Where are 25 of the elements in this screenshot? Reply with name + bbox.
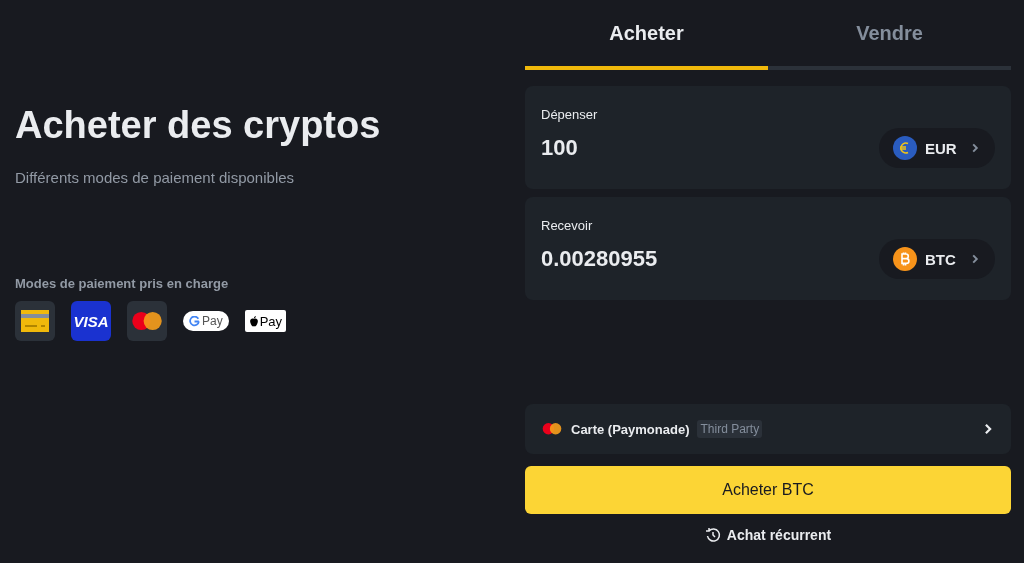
- currency-selector[interactable]: BTC: [879, 239, 995, 279]
- page-subtitle: Différents modes de paiement disponibles: [15, 169, 296, 186]
- amount-field[interactable]: Dépenser 100 EUR: [525, 86, 1011, 189]
- recurring-clock-icon: [704, 527, 721, 543]
- page-title: Acheter des cryptos: [15, 104, 382, 147]
- apple-pay-logo: Pay: [244, 310, 287, 332]
- visa-logo: VISA: [71, 301, 111, 341]
- recurring-buy-link[interactable]: Achat récurrent: [698, 526, 838, 544]
- field-label: Dépenser: [541, 107, 599, 122]
- field-label: Recevoir: [541, 218, 594, 233]
- payment-methods-label: Modes de paiement pris en charge: [15, 276, 230, 291]
- tab[interactable]: Vendre: [768, 0, 1011, 70]
- amount-value: 100: [541, 135, 578, 161]
- card-icon: [15, 301, 55, 341]
- euro-coin-icon: [893, 136, 917, 160]
- currency-selector[interactable]: EUR: [879, 128, 995, 168]
- google-pay-logo: Pay: [183, 311, 229, 331]
- tab[interactable]: Acheter: [525, 0, 768, 70]
- mastercard-icon: [541, 422, 563, 436]
- amount-value: 0.00280955: [541, 246, 658, 272]
- buy-button[interactable]: Acheter BTC: [525, 466, 1011, 514]
- bitcoin-coin-icon: [893, 247, 917, 271]
- payment-method-selector[interactable]: Carte (Paymonade) Third Party: [525, 404, 1011, 454]
- amount-field[interactable]: Recevoir 0.00280955 BTC: [525, 197, 1011, 300]
- mastercard-logo: [127, 301, 167, 341]
